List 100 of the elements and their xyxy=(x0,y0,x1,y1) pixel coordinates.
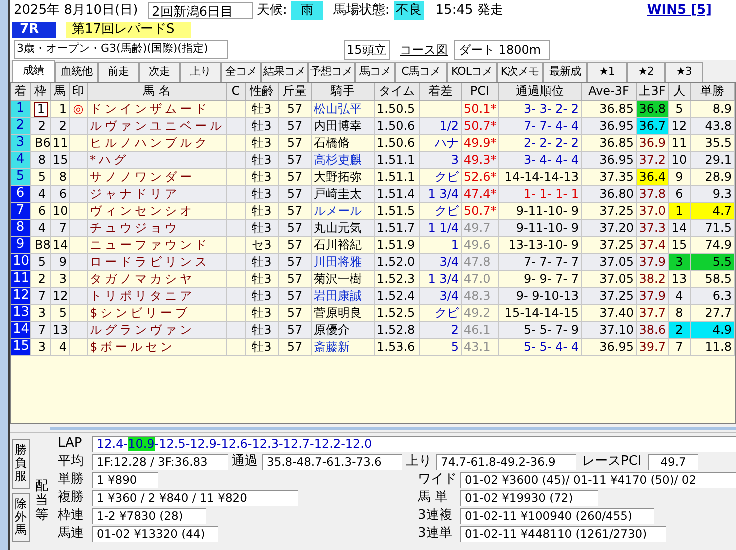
field-label: 単勝 xyxy=(57,471,85,490)
table-cell: 1.53.6 xyxy=(375,339,420,356)
table-cell: 5 xyxy=(11,169,31,186)
track-condition-label: 馬場状態: xyxy=(333,2,390,20)
table-cell: 4 xyxy=(11,152,31,169)
tab[interactable]: 前走 xyxy=(98,62,139,82)
table-cell: 9 xyxy=(11,237,31,254)
table-cell: 11.8 xyxy=(691,339,735,356)
frame-number: 3 xyxy=(37,341,47,354)
table-cell: 12 xyxy=(11,288,31,305)
value-field: 35.8-48.7-61.3-73.6 xyxy=(262,454,402,470)
table-cell: 14 xyxy=(11,322,31,339)
value-field: 49.7 xyxy=(648,454,698,470)
race-number: 7R xyxy=(12,22,56,38)
field-label: 馬連 xyxy=(57,525,85,544)
field-label: 複勝 xyxy=(57,489,85,508)
field-label: ワイド xyxy=(418,472,458,490)
tab[interactable]: ★3 xyxy=(665,62,703,82)
value-field: 01-02 ¥13320 (44) xyxy=(92,526,218,542)
value-field: 01-02 ¥3600 (45)/ 01-11 ¥4170 (50)/ 02 xyxy=(460,472,736,488)
table-cell: 10 xyxy=(11,254,31,271)
table-cell: 36.7 xyxy=(637,118,669,135)
value-field: 1 ¥360 / 2 ¥840 / 11 ¥820 xyxy=(92,490,298,506)
tab[interactable]: 最新成 xyxy=(543,62,587,82)
frame-number: 4 xyxy=(37,222,47,235)
tab[interactable]: 予想コメ xyxy=(308,62,355,82)
tab[interactable]: 成績 xyxy=(12,60,55,82)
weather-label: 天候: xyxy=(257,2,288,20)
frame-number: 6 xyxy=(37,205,47,218)
side-tab[interactable]: 除外馬 xyxy=(12,492,30,542)
frame-number: 3 xyxy=(37,307,47,320)
tab[interactable]: 馬コメ xyxy=(355,62,395,82)
tab[interactable]: 血統他 xyxy=(55,62,98,82)
field-label: LAP xyxy=(57,435,84,454)
table-cell: 5.5 xyxy=(691,254,735,271)
weather-value: 雨 xyxy=(291,0,324,20)
table-cell: 36.4 xyxy=(637,169,669,186)
tab[interactable]: KOLコメ xyxy=(447,62,497,82)
frame-number: 2 xyxy=(37,273,47,286)
field-label: 上り xyxy=(405,453,433,472)
race-conditions: 3歳・オープン・G3(馬齢)(国際)(指定) xyxy=(14,40,228,59)
table-cell: 2 xyxy=(11,118,31,135)
runner-count: 15頭立 xyxy=(344,40,390,60)
distance-field: ダート 1800m xyxy=(454,40,550,60)
table-cell: 3 xyxy=(669,254,691,271)
table-cell: 3 xyxy=(11,135,31,152)
table-cell: 6 xyxy=(11,186,31,203)
table-cell: 1 xyxy=(669,203,691,220)
table-cell: 13 xyxy=(11,305,31,322)
win5-link[interactable]: WIN5 [5] xyxy=(647,0,712,20)
field-label: 通過 xyxy=(231,453,259,472)
frame-number: 4 xyxy=(37,188,47,201)
tab[interactable]: K次メモ xyxy=(497,62,543,82)
tab[interactable]: ★2 xyxy=(627,62,665,82)
frame-number: 2 xyxy=(37,120,47,133)
table-cell: 39.7 xyxy=(637,339,669,356)
frame-number: 7 xyxy=(37,290,47,303)
field-label: 3連複 xyxy=(418,507,454,526)
table-cell: 牡3 xyxy=(246,339,279,356)
table-cell: 2 xyxy=(669,322,691,339)
frame-number: 1 xyxy=(34,102,48,117)
table-cell: 36.8 xyxy=(637,101,669,118)
value-field: 01-02-11 ¥100940 (260/455) xyxy=(460,508,654,524)
table-cell: 7 xyxy=(669,339,691,356)
side-tab[interactable]: 勝負服 xyxy=(12,439,30,489)
field-label: 馬 単 xyxy=(418,489,450,508)
panel-title: 配当等 xyxy=(36,478,48,523)
value-field: 01-02-11 ¥448110 (1261/2730) xyxy=(460,526,666,542)
tab[interactable]: 次走 xyxy=(139,62,180,82)
table-cell: 1 xyxy=(11,101,31,118)
value-field: 1 ¥890 xyxy=(92,472,158,488)
table-cell: 15 xyxy=(11,339,31,356)
race-name: 第17回レパードS xyxy=(66,22,191,38)
tab[interactable]: 結果コメ xyxy=(261,62,308,82)
value-field: 74.7-61.8-49.2-36.9 xyxy=(436,454,576,470)
meeting-field: 2回新潟6日目 xyxy=(148,2,253,19)
frame-number: 5 xyxy=(37,256,47,269)
tab[interactable]: 全コメ xyxy=(221,62,261,82)
tab[interactable]: C馬コメ xyxy=(395,62,447,82)
track-condition-value: 不良 xyxy=(394,0,424,20)
table-cell: 43.1 xyxy=(462,339,499,356)
frame-number: 7 xyxy=(37,324,47,337)
table-cell: 斎藤新 xyxy=(312,339,375,356)
table-cell: 4.7 xyxy=(691,203,735,220)
table-cell: 4.9 xyxy=(691,322,735,339)
table-cell: 11 xyxy=(11,271,31,288)
tab[interactable]: 上り xyxy=(180,62,221,82)
frame-number: B6 xyxy=(34,137,52,150)
value-field: 1-2 ¥7830 (28) xyxy=(92,508,206,524)
course-map-link[interactable]: コース図 xyxy=(400,40,448,58)
field-label: 枠連 xyxy=(57,507,85,526)
lap-field: 12.4-10.9-12.5-12.9-12.6-12.3-12.7-12.2-12.0 xyxy=(92,436,736,452)
table-cell: 4 xyxy=(51,339,70,356)
field-label: 平均 xyxy=(57,453,85,472)
table-cell: 8 xyxy=(11,220,31,237)
start-time: 15:45 発走 xyxy=(436,2,504,20)
tab[interactable]: ★1 xyxy=(587,62,627,82)
table-cell: 36.95 xyxy=(582,339,637,356)
field-label: 3連単 xyxy=(418,525,454,542)
field-label: レースPCI xyxy=(581,453,643,472)
